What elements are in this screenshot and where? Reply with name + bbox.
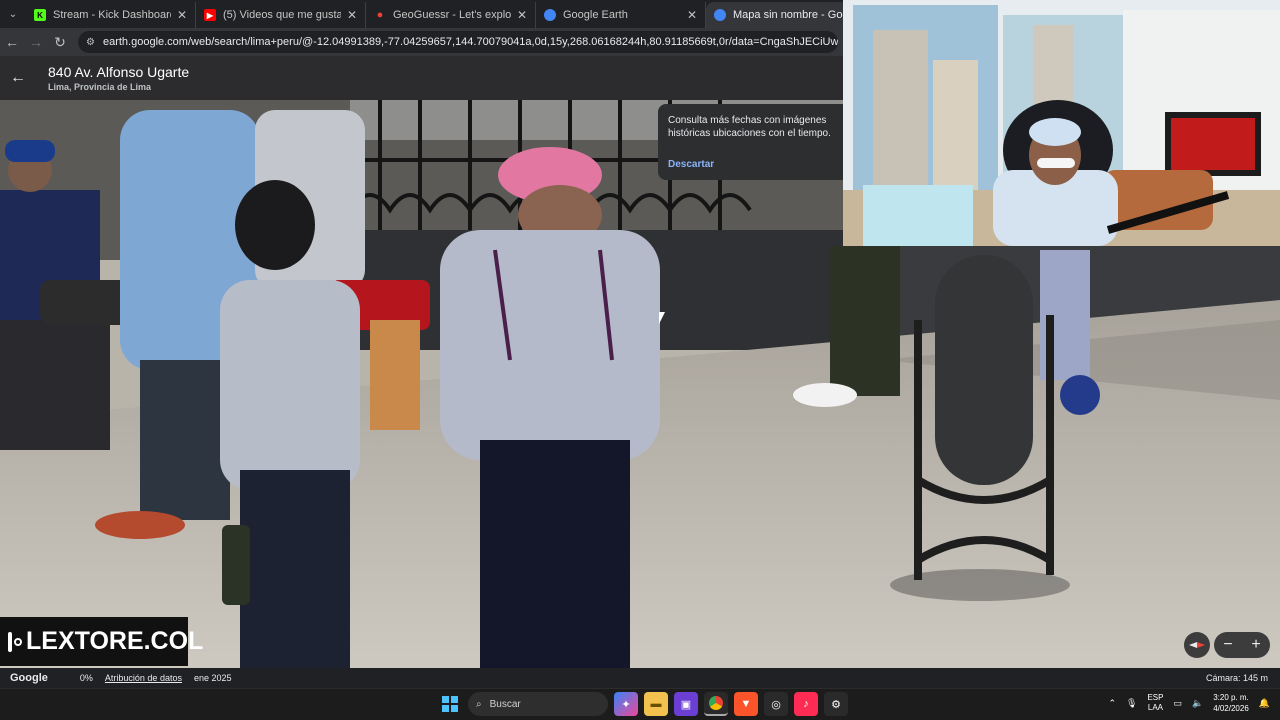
windows-start-icon[interactable] [438,692,462,716]
close-tab-icon[interactable]: ✕ [177,8,187,22]
streamer-handle-overlay: LEXTORE.COL [0,617,203,666]
geoguessr-pin-icon: ● [376,9,384,21]
search-icon: ⌕ [476,698,482,710]
language-indicator[interactable]: ESP LAA [1147,693,1163,713]
tiktok-icon[interactable]: ♪ [794,692,818,716]
chevron-up-icon[interactable]: ⌃ [1108,698,1116,709]
network-icon[interactable]: ▭ [1173,698,1182,709]
tab-title: Mapa sin nombre - Google Eart [733,9,852,21]
camera-altitude: Cámara: 145 m [1205,673,1268,683]
google-earth-icon [544,9,556,21]
taskbar-search[interactable]: ⌕ Buscar [468,692,608,716]
search-label: Buscar [489,698,521,710]
close-tab-icon[interactable]: ✕ [687,8,697,22]
layout-code: LAA [1147,703,1163,712]
volume-icon[interactable]: 🔈 [1192,698,1203,709]
instagram-icon [8,631,22,652]
address-bar[interactable]: ⚙ earth.google.com/web/search/lima+peru/… [78,31,838,53]
streamer-handle: LEXTORE.COL [26,627,204,655]
historical-imagery-tooltip: Consulta más fechas con imágenes históri… [658,104,848,180]
google-earth-icon [714,9,726,21]
tab-youtube[interactable]: ▶ (5) Videos que me gustan - You ✕ [196,2,366,28]
loading-progress: 0% [79,673,93,683]
mouse-cursor-icon [659,312,665,324]
microphone-icon[interactable]: 🎙 [1126,698,1137,709]
clock-time: 3:20 p. m. [1213,693,1249,702]
clock-date: 4/02/2026 [1213,704,1249,713]
chrome-icon[interactable] [704,692,728,716]
close-tab-icon[interactable]: ✕ [517,8,527,22]
location-title: 840 Av. Alfonso Ugarte Lima, Provincia d… [48,64,189,92]
close-tab-icon[interactable]: ✕ [347,8,357,22]
tooltip-text: Consulta más fechas con imágenes históri… [668,115,831,139]
tab-search-chevron-icon[interactable]: ⌄ [0,2,26,26]
file-explorer-icon[interactable]: ▬ [644,692,668,716]
system-tray: ⌃ 🎙 ESP LAA ▭ 🔈 3:20 p. m. 4/02/2026 🔔 [1108,692,1270,714]
tab-geoguessr[interactable]: ● GeoGuessr - Let's explore the w ✕ [366,2,536,28]
back-arrow-icon[interactable]: ← [0,56,36,100]
copilot-icon[interactable]: ✦ [614,692,638,716]
map-controls: − + [1184,632,1272,658]
zoom-out-button[interactable]: − [1214,632,1242,658]
youtube-icon: ▶ [204,9,216,21]
dismiss-button[interactable]: Descartar [668,158,838,171]
google-logo: Google [10,672,48,684]
site-settings-icon[interactable]: ⚙ [86,37,95,48]
tab-title: GeoGuessr - Let's explore the w [393,9,511,21]
tab-google-earth[interactable]: Google Earth ✕ [536,2,706,28]
url-text: earth.google.com/web/search/lima+peru/@-… [102,36,838,48]
tab-kick[interactable]: K Stream - Kick Dashboard ✕ [26,2,196,28]
street-view-header: ← 840 Av. Alfonso Ugarte Lima, Provincia… [0,56,843,100]
earth-footer: Google 0% Atribución de datos ene 2025 C… [0,668,1280,688]
forward-arrow-icon[interactable]: → [24,30,48,54]
tab-title: Stream - Kick Dashboard [53,9,171,21]
webcam-image [843,0,1280,246]
settings-gear-icon[interactable]: ⚙ [824,692,848,716]
zoom-control: − + [1214,632,1270,658]
notification-bell-icon[interactable]: 🔔 [1259,698,1270,709]
zoom-in-button[interactable]: + [1242,632,1270,658]
back-arrow-icon[interactable]: ← [0,30,24,54]
streamer-webcam-overlay [843,0,1280,246]
lang-code: ESP [1147,693,1164,702]
clock[interactable]: 3:20 p. m. 4/02/2026 [1213,692,1249,714]
obs-icon[interactable]: ◎ [764,692,788,716]
region-subtitle: Lima, Provincia de Lima [48,82,152,92]
windows-taskbar: ⌕ Buscar ✦ ▬ ▣ ▼ ◎ ♪ ⚙ ⌃ 🎙 ESP LAA ▭ 🔈 3… [0,688,1280,720]
taskbar-apps: ⌕ Buscar ✦ ▬ ▣ ▼ ◎ ♪ ⚙ [438,692,848,716]
brave-icon[interactable]: ▼ [734,692,758,716]
imagery-date: ene 2025 [193,673,232,683]
compass-icon[interactable] [1184,632,1210,658]
video-app-icon[interactable]: ▣ [674,692,698,716]
reload-icon[interactable]: ↻ [48,30,72,54]
kick-icon: K [34,9,46,21]
tab-title: Google Earth [563,9,628,21]
address-title: 840 Av. Alfonso Ugarte [48,64,190,80]
screen: { "browser": { "tabs": [ {"title": "Stre… [0,0,1280,720]
tab-title: (5) Videos que me gustan - You [223,9,341,21]
data-attribution-link[interactable]: Atribución de datos [105,673,182,683]
